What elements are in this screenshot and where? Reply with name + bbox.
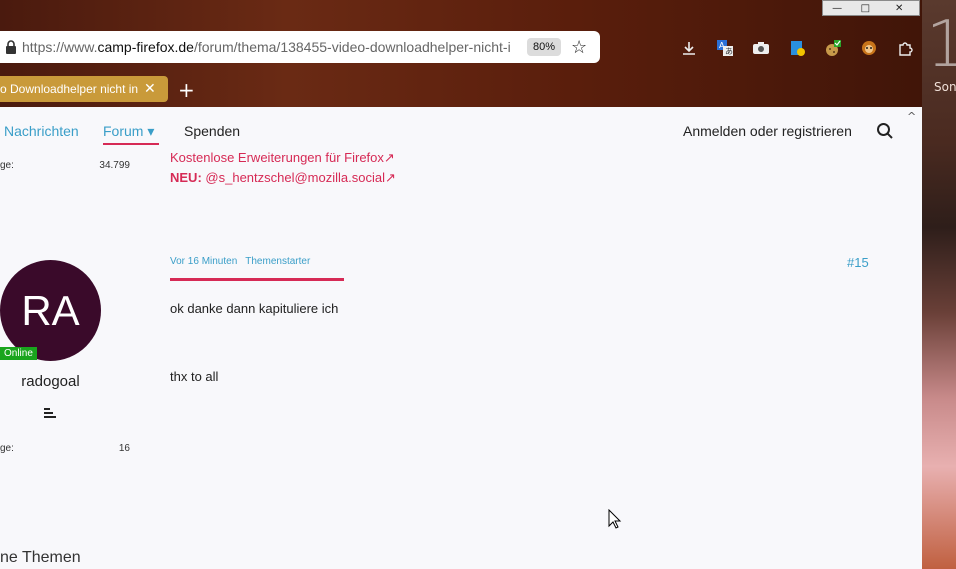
tab-bar: o Downloadhelper nicht in ✕ + xyxy=(0,72,922,106)
post-meta: Vor 16 Minuten Themenstarter xyxy=(170,256,310,267)
tab-close-icon[interactable]: ✕ xyxy=(144,81,156,97)
close-window-button[interactable]: ✕ xyxy=(879,1,919,15)
post-text-line-1: ok danke dann kapituliere ich xyxy=(170,301,339,316)
nav-forum-label: Forum xyxy=(103,123,144,139)
section-title: ne Themen xyxy=(0,549,81,566)
post-role: Themenstarter xyxy=(245,256,311,267)
scroll-up-icon[interactable]: ^ xyxy=(907,110,916,123)
extensions-puzzle-icon[interactable] xyxy=(892,36,918,60)
url-bar[interactable]: https://www.camp-firefox.de/forum/thema/… xyxy=(0,31,600,63)
tab-title: o Downloadhelper nicht in xyxy=(0,82,139,96)
translate-icon[interactable]: Aあ xyxy=(712,36,738,60)
nav-nachrichten[interactable]: Nachrichten xyxy=(4,123,79,139)
url-text[interactable]: https://www.camp-firefox.de/forum/thema/… xyxy=(22,39,519,55)
login-link[interactable]: Anmelden oder registrieren xyxy=(683,123,852,139)
download-icon[interactable] xyxy=(676,36,702,60)
svg-text:あ: あ xyxy=(725,47,733,56)
maximize-button[interactable]: □ xyxy=(851,1,879,15)
bookmark-star-icon[interactable]: ☆ xyxy=(571,37,587,58)
signature-link[interactable]: Kostenlose Erweiterungen für Firefox↗ xyxy=(170,150,395,166)
chevron-down-icon: ▾ xyxy=(147,123,155,139)
post-time[interactable]: Vor 16 Minuten xyxy=(170,256,237,267)
online-status-badge: Online xyxy=(0,347,37,360)
prev-author-stat-value: 34.799 xyxy=(99,160,130,171)
prev-author-stat-label: ge: xyxy=(0,160,14,171)
clock-digit: 1 xyxy=(926,8,956,82)
post-header-underline xyxy=(170,278,344,281)
toolbar-icons: Aあ xyxy=(676,36,918,60)
nav-spenden[interactable]: Spenden xyxy=(184,123,240,139)
site-nav: Nachrichten Forum ▾ Spenden Anmelden ode… xyxy=(0,107,922,155)
signature-handle: @s_hentzschel@mozilla.social↗ xyxy=(205,170,396,185)
monkey-extension-icon[interactable] xyxy=(856,36,882,60)
cookie-extension-icon[interactable] xyxy=(820,36,846,60)
nav-active-indicator xyxy=(103,143,159,145)
web-page: Nachrichten Forum ▾ Spenden Anmelden ode… xyxy=(0,107,922,569)
avatar[interactable]: RA xyxy=(0,260,101,361)
signature-handle-line[interactable]: NEU: @s_hentzschel@mozilla.social↗ xyxy=(170,170,396,186)
author-stat-label: ge: xyxy=(0,443,14,454)
post-number-link[interactable]: #15 xyxy=(847,255,869,270)
lock-icon[interactable] xyxy=(0,40,22,54)
mouse-cursor-icon xyxy=(608,508,622,533)
avatar-initials: RA xyxy=(21,286,80,334)
window-controls: — □ ✕ xyxy=(822,0,920,16)
new-tab-button[interactable]: + xyxy=(178,78,195,102)
signature-new-label: NEU: xyxy=(170,170,202,185)
rank-icon xyxy=(44,404,56,423)
tab-active[interactable]: o Downloadhelper nicht in ✕ xyxy=(0,76,168,102)
search-icon[interactable] xyxy=(876,122,894,144)
camera-icon[interactable] xyxy=(748,36,774,60)
post-text-line-2: thx to all xyxy=(170,369,219,384)
author-username[interactable]: radogoal xyxy=(0,373,101,390)
author-stat-value: 16 xyxy=(118,443,130,454)
nav-forum[interactable]: Forum ▾ xyxy=(103,123,154,140)
zoom-level-button[interactable]: 80% xyxy=(527,38,562,56)
minimize-button[interactable]: — xyxy=(823,1,851,15)
side-label: Son xyxy=(934,80,956,94)
extension-shield-icon[interactable] xyxy=(784,36,810,60)
